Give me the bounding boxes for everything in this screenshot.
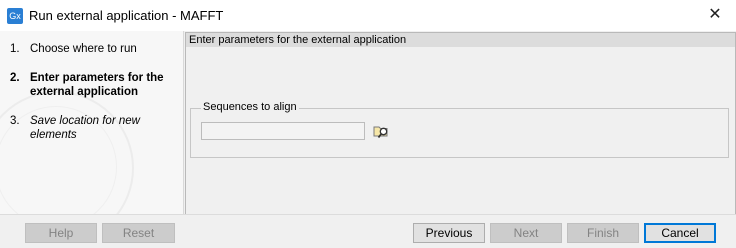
cancel-button[interactable]: Cancel	[644, 223, 716, 243]
title-bar: Gx Run external application - MAFFT ✕	[0, 0, 736, 32]
dialog-content: 1. Choose where to run 2. Enter paramete…	[0, 31, 736, 215]
sequences-group-label: Sequences to align	[201, 101, 299, 113]
browse-folder-icon[interactable]	[372, 122, 392, 140]
finish-button[interactable]: Finish	[567, 223, 639, 243]
button-bar: Help Reset Previous Next Finish Cancel	[0, 214, 736, 248]
panel-header: Enter parameters for the external applic…	[186, 33, 735, 47]
step-number: 2.	[10, 72, 20, 84]
step-label: Choose where to run	[30, 43, 137, 55]
app-icon: Gx	[7, 8, 23, 24]
step-number: 1.	[10, 43, 20, 55]
help-button[interactable]: Help	[25, 223, 97, 243]
previous-button[interactable]: Previous	[413, 223, 485, 243]
window-title: Run external application - MAFFT	[29, 8, 224, 23]
reset-button[interactable]: Reset	[102, 223, 175, 243]
step-number: 3.	[10, 115, 20, 127]
step-label: Save location for new elements	[30, 115, 140, 141]
parameters-panel: Enter parameters for the external applic…	[185, 32, 736, 215]
sequences-input[interactable]	[201, 122, 365, 140]
step-label: Enter parameters for the external applic…	[30, 72, 164, 98]
sequences-group: Sequences to align	[190, 101, 729, 158]
steps-panel: 1. Choose where to run 2. Enter paramete…	[0, 31, 184, 214]
close-icon[interactable]: ✕	[702, 3, 728, 27]
next-button[interactable]: Next	[490, 223, 562, 243]
